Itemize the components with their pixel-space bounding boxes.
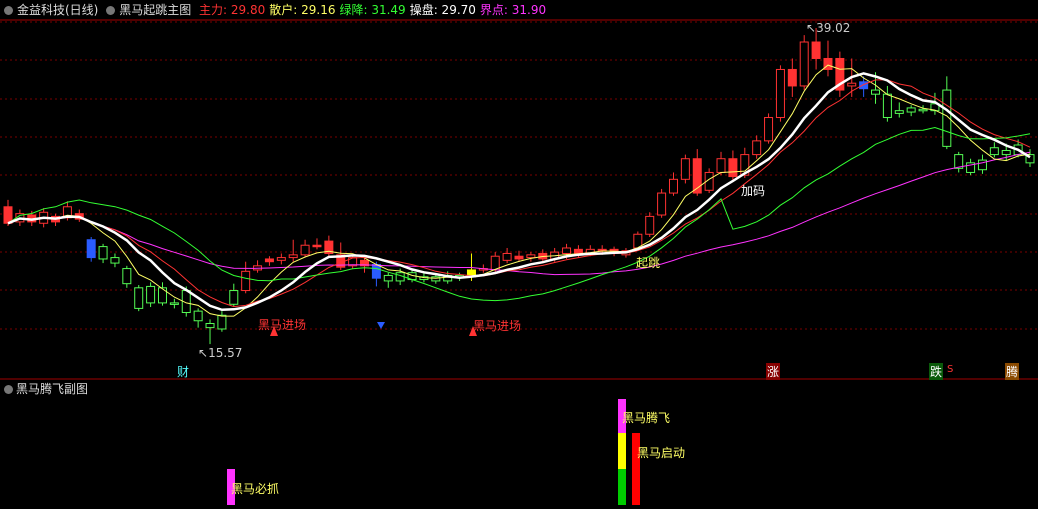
- legend-item-1: 散户: 29.16: [269, 3, 336, 17]
- sub-bar-fly-mid: [618, 433, 626, 469]
- legend-item-0: 主力: 29.80: [199, 3, 266, 17]
- candle-body: [847, 82, 857, 87]
- candle-body: [775, 68, 785, 119]
- down-arrow-blue: [377, 322, 385, 329]
- candle-body: [86, 239, 96, 259]
- candle-body: [122, 268, 132, 285]
- candle-body: [526, 254, 536, 259]
- candle-body: [264, 258, 274, 263]
- candle-body: [799, 41, 809, 87]
- candle-body: [680, 158, 690, 180]
- buy-signal-label-1: 黑马进场: [258, 318, 307, 332]
- sub-panel-header: 黑马腾飞副图: [0, 379, 1038, 399]
- kline-chart[interactable]: [0, 0, 1038, 509]
- die-marker: 跌: [929, 363, 944, 380]
- candle-body: [752, 140, 762, 156]
- candle-body: [431, 276, 441, 282]
- zhang-marker: 涨: [766, 363, 781, 380]
- candle-body: [562, 247, 572, 254]
- sub-label-fly: 黑马腾飞: [622, 411, 671, 425]
- teng-marker: 腾: [1005, 363, 1020, 380]
- candle-body: [859, 81, 869, 90]
- candle-body: [110, 257, 120, 264]
- candle-body: [300, 244, 310, 256]
- candle-body: [98, 246, 108, 260]
- indicator-menu-icon[interactable]: [106, 6, 116, 15]
- candle-body: [906, 107, 916, 113]
- candle-body: [989, 147, 999, 156]
- candle-body: [918, 108, 928, 112]
- candle-body: [146, 285, 156, 304]
- cai-marker: 财: [177, 365, 190, 379]
- candle-body: [716, 158, 726, 173]
- candle-body: [882, 93, 892, 119]
- candle-body: [787, 68, 797, 87]
- candle-body: [3, 206, 13, 224]
- stock-title: 金益科技(日线): [17, 3, 99, 17]
- candle-body: [312, 244, 322, 248]
- candle-body: [657, 192, 667, 216]
- candle-body: [764, 117, 774, 142]
- legend-item-3: 操盘: 29.70: [409, 3, 476, 17]
- main-panel-header: 金益科技(日线) 黑马起跳主图 主力: 29.80 散户: 29.16 绿降: 31…: [0, 0, 1038, 20]
- sub-bar-fly-bottom: [618, 469, 626, 505]
- candle-body: [811, 41, 821, 59]
- s-marker: S: [947, 364, 954, 375]
- candle-body: [871, 89, 881, 95]
- add-signal-label: 加码: [741, 184, 766, 198]
- indicator-title: 黑马起跳主图: [119, 3, 192, 17]
- candle-body: [276, 257, 286, 261]
- candle-body: [193, 310, 203, 322]
- candle-body: [1001, 149, 1011, 156]
- candle-body: [668, 178, 678, 194]
- ma-retail-line: [7, 64, 1031, 317]
- sub-label-start: 黑马启动: [637, 446, 686, 460]
- candle-body: [205, 322, 215, 329]
- jump-signal-label: 起跳: [636, 256, 661, 270]
- candle-body: [157, 287, 167, 304]
- candle-body: [241, 270, 251, 292]
- candle-body: [514, 255, 524, 260]
- candle-body: [217, 314, 227, 330]
- legend-item-4: 界点: 31.90: [479, 3, 547, 17]
- candle-body: [894, 110, 904, 114]
- candle-body: [502, 252, 512, 261]
- buy-signal-label-2: 黑马进场: [473, 319, 522, 333]
- sub-panel-title: 黑马腾飞副图: [16, 382, 89, 396]
- legend-item-2: 绿降: 31.49: [339, 3, 406, 17]
- sub-label-must-catch: 黑马必抓: [231, 482, 280, 496]
- candle-body: [728, 158, 738, 178]
- candle-body: [134, 287, 144, 309]
- candle-body: [383, 274, 393, 282]
- low-price-marker: ↖15.57: [198, 346, 243, 360]
- panel-menu-icon[interactable]: [4, 6, 13, 15]
- sub-panel-menu-icon[interactable]: [4, 385, 13, 394]
- candle-body: [645, 215, 655, 235]
- candle-body: [229, 290, 239, 305]
- ma-operate-line: [7, 72, 1031, 312]
- high-price-marker: ↖39.02: [806, 21, 851, 35]
- candle-body: [288, 254, 298, 259]
- candle-body: [169, 302, 179, 305]
- candle-body: [371, 263, 381, 279]
- indicator-legend: 主力: 29.80 散户: 29.16 绿降: 31.49 操盘: 29.70 界点: …: [199, 3, 550, 17]
